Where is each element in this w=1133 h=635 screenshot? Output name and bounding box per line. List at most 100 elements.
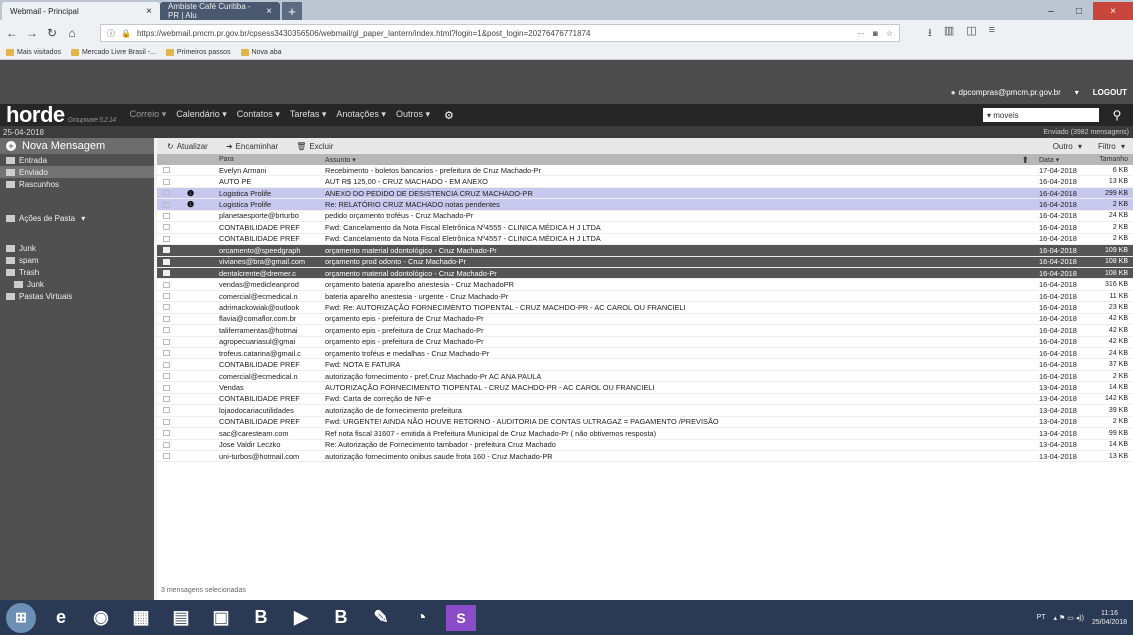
table-row[interactable]: orcamento@speedgraph orçamento material o…: [157, 245, 1133, 257]
table-row[interactable]: Evelyn Armani Recebimento - boletos banca…: [157, 165, 1133, 177]
ie-icon[interactable]: e: [46, 605, 76, 631]
start-button[interactable]: ⊞: [6, 602, 36, 633]
checkbox[interactable]: [163, 373, 170, 380]
checkbox[interactable]: [163, 315, 170, 322]
checkbox[interactable]: [163, 270, 170, 277]
forward-icon[interactable]: →: [26, 26, 38, 40]
checkbox[interactable]: [163, 395, 170, 402]
close-icon[interactable]: ×: [146, 6, 152, 17]
menu-tarefas[interactable]: Tarefas ▾: [290, 109, 327, 122]
bookmark-first-steps[interactable]: Primeiros passos: [165, 49, 231, 56]
horde-logo[interactable]: horde Groupware 5.2.14: [0, 102, 116, 128]
header-subject[interactable]: Assunto ▾ ⬆: [321, 156, 1037, 164]
folder-inbox[interactable]: Entrada: [0, 154, 154, 166]
maximize-icon[interactable]: □: [1065, 2, 1093, 20]
table-row[interactable]: Vendas AUTORIZAÇÃO FORNECIMENTO TIOPENTAL…: [157, 382, 1133, 394]
checkbox[interactable]: [163, 293, 170, 300]
calculator-icon[interactable]: ▦: [126, 605, 156, 631]
tab-ambiste[interactable]: Ambiste Café Curitiba - PR | Alu ×: [160, 2, 280, 20]
table-row[interactable]: taliferramentas@hotmai orçamento epis - p…: [157, 325, 1133, 337]
folder-junk-sub[interactable]: Junk: [0, 278, 154, 290]
header-size[interactable]: Tamanho: [1093, 156, 1131, 163]
url-bar[interactable]: ⓘ 🔒 https://webmail.pmcm.pr.gov.br/cpses…: [100, 24, 900, 42]
table-row[interactable]: CONTABILIDADE PREF Fwd: Carta de correção…: [157, 394, 1133, 406]
new-tab-button[interactable]: +: [282, 2, 302, 20]
filter-dropdown[interactable]: Filtro ▾: [1098, 142, 1125, 151]
other-dropdown[interactable]: Outro ▾: [1053, 142, 1082, 151]
folder-trash[interactable]: Trash: [0, 266, 154, 278]
tool-icon[interactable]: ✎: [366, 605, 396, 631]
checkbox[interactable]: [163, 430, 170, 437]
logout-link[interactable]: LOGOUT: [1093, 88, 1127, 97]
checkbox[interactable]: [163, 304, 170, 311]
table-row[interactable]: comercial@ecmedical.n autorização forneci…: [157, 371, 1133, 383]
folder-drafts[interactable]: Rascunhos: [0, 178, 154, 190]
player-icon[interactable]: ▶: [286, 605, 316, 631]
folder-actions[interactable]: Ações de Pasta ▾: [0, 212, 154, 224]
table-row[interactable]: vendas@medicleanprod orçamento bateria ap…: [157, 279, 1133, 291]
sort-up-icon[interactable]: ⬆: [1021, 156, 1029, 164]
table-row[interactable]: ❶ Logistica Prolife ANEXO DO PEDIDO DE DES…: [157, 187, 1133, 200]
library-icon[interactable]: ▥: [944, 24, 954, 43]
bookmark-most-visited[interactable]: Mais visitados: [6, 49, 61, 56]
refresh-button[interactable]: ↻ Atualizar: [167, 142, 208, 151]
reload-icon[interactable]: ↻: [46, 26, 58, 40]
checkbox[interactable]: [163, 258, 170, 265]
checkbox[interactable]: [163, 361, 170, 368]
checkbox[interactable]: [163, 190, 170, 197]
table-row[interactable]: trofeus.catarina@gmail.c orçamento troféu…: [157, 348, 1133, 360]
table-row[interactable]: CONTABILIDADE PREF Fwd: URGENTE! AINDA NÃ…: [157, 417, 1133, 429]
clock[interactable]: 11:16 25/04/2018: [1092, 609, 1127, 627]
new-message-button[interactable]: + Nova Mensagem: [0, 138, 154, 154]
folder-junk[interactable]: Junk: [0, 242, 154, 254]
header-date[interactable]: Data ▾: [1037, 156, 1093, 164]
search-icon[interactable]: ⚲: [1105, 104, 1129, 126]
table-row[interactable]: ❶ Logistica Prolife Re: RELATÓRIO CRUZ MAC…: [157, 199, 1133, 211]
menu-anotacoes[interactable]: Anotações ▾: [336, 109, 386, 122]
bookmark-mercado-livre[interactable]: Mercado Livre Brasil -...: [70, 49, 156, 56]
table-row[interactable]: dentalcrente@dremer.c orçamento material …: [157, 267, 1133, 280]
checkbox[interactable]: [163, 418, 170, 425]
table-row[interactable]: flavia@comaflor.com.br orçamento epis - p…: [157, 314, 1133, 326]
folder-icon[interactable]: ▤: [166, 605, 196, 631]
table-row[interactable]: AUTO PE AUT R$ 125,00 - CRUZ MACHADO - EM…: [157, 176, 1133, 188]
forward-button[interactable]: ➜ Encaminhar: [226, 142, 278, 151]
tab-webmail[interactable]: Webmail - Principal ×: [2, 2, 160, 20]
chevron-down-icon[interactable]: ▾: [1075, 88, 1079, 97]
close-icon[interactable]: ×: [266, 6, 272, 17]
table-row[interactable]: sac@caresteam.com Ref nota fiscal 31607 -…: [157, 428, 1133, 440]
checkbox[interactable]: [163, 407, 170, 414]
checkbox[interactable]: [163, 350, 170, 357]
checkbox[interactable]: [163, 212, 170, 219]
checkbox[interactable]: [163, 235, 170, 242]
info-icon[interactable]: ⓘ: [107, 28, 115, 39]
search-input[interactable]: ▾ moveis: [983, 108, 1099, 122]
user-email[interactable]: dpcompras@pmcm.pr.gov.br: [951, 88, 1061, 97]
folder-virtual[interactable]: Pastas Virtuais: [0, 290, 154, 302]
menu-correio[interactable]: Correio ▾: [130, 109, 167, 122]
menu-calendario[interactable]: Calendário ▾: [176, 109, 227, 122]
checkbox[interactable]: [163, 247, 170, 254]
table-row[interactable]: uni-turbos@hotmail.com autorização fornec…: [157, 451, 1133, 463]
table-row[interactable]: CONTABILIDADE PREF Fwd: Cancelamento da N…: [157, 234, 1133, 246]
bold-b-icon[interactable]: B: [326, 605, 356, 631]
checkbox[interactable]: [163, 178, 170, 185]
table-row[interactable]: comercial@ecmedical.n bateria aparelho an…: [157, 291, 1133, 303]
table-row[interactable]: adrimackowiak@outlook Fwd: Re: AUTORIZAÇÃ…: [157, 302, 1133, 314]
media-icon[interactable]: ◉: [86, 605, 116, 631]
gear-icon[interactable]: ⚙: [444, 109, 454, 122]
table-row[interactable]: Jose Valdir Leczko Re: Autorização de For…: [157, 440, 1133, 451]
checkbox[interactable]: [163, 327, 170, 334]
checkbox[interactable]: [163, 281, 170, 288]
checkbox[interactable]: [163, 384, 170, 391]
firefox-icon[interactable]: ◔: [406, 605, 436, 631]
table-row[interactable]: vivianes@bra@gmail.com orçamento prod odo…: [157, 256, 1133, 268]
app-icon[interactable]: ▣: [206, 605, 236, 631]
tray-icons[interactable]: ▴ ⚑ ▭ ◂)): [1054, 614, 1084, 622]
skype-icon[interactable]: S: [446, 604, 476, 631]
menu-icon[interactable]: ≡: [989, 24, 995, 43]
home-icon[interactable]: ⌂: [66, 26, 78, 40]
back-icon[interactable]: ←: [6, 26, 18, 40]
downloads-icon[interactable]: ⭳: [928, 24, 932, 43]
bold-b-icon[interactable]: B: [246, 605, 276, 631]
